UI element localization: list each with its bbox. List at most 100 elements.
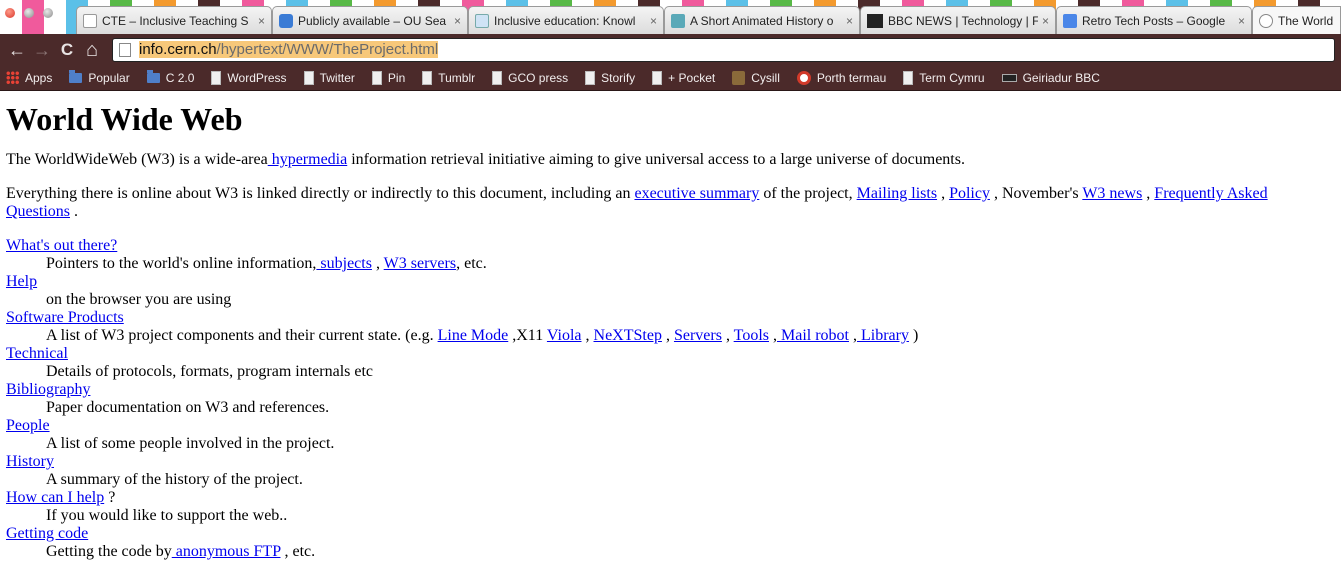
list-item-term: Software Products <box>6 309 1335 327</box>
close-tab-icon[interactable]: × <box>1238 14 1245 28</box>
description-text: , etc. <box>456 255 487 272</box>
link-help[interactable]: Help <box>6 273 37 290</box>
tab-cte-inclusive-teaching[interactable]: CTE – Inclusive Teaching S × <box>76 6 272 34</box>
bookmark-label: + Pocket <box>668 70 716 85</box>
description-text: , <box>371 255 384 272</box>
bookmark-twitter[interactable]: Twitter <box>303 70 355 85</box>
bookmark-cysill[interactable]: Cysill <box>732 70 780 85</box>
link-getting-code[interactable]: Getting code <box>6 525 88 542</box>
close-window-button[interactable] <box>2 5 18 21</box>
bookmark-label: Apps <box>25 70 53 85</box>
folder-icon <box>69 69 83 83</box>
bookmark-porth-termau[interactable]: Porth termau <box>796 70 887 85</box>
bookmark-term-cymru[interactable]: Term Cymru <box>903 70 985 85</box>
page-icon <box>492 70 503 85</box>
link-line-mode[interactable]: Line Mode <box>438 327 509 344</box>
paragraph-text: , <box>937 185 950 202</box>
link-technical[interactable]: Technical <box>6 345 68 362</box>
link-mail-robot[interactable]: Mail robot <box>777 327 849 344</box>
list-item-term: Technical <box>6 345 1335 363</box>
bookmark-popular[interactable]: Popular <box>69 69 130 85</box>
link-anonymous-ftp[interactable]: anonymous FTP <box>172 543 281 560</box>
close-tab-icon[interactable]: × <box>1042 14 1049 28</box>
close-tab-icon[interactable]: × <box>258 14 265 28</box>
docs-icon <box>1063 13 1077 28</box>
link-subjects[interactable]: subjects <box>316 255 372 272</box>
paragraph-text: of the project, <box>759 185 857 202</box>
bookmark-pocket[interactable]: + Pocket <box>652 70 716 85</box>
zoom-window-button[interactable] <box>40 5 56 21</box>
bookmark-storify[interactable]: Storify <box>585 70 635 85</box>
link-nextstep[interactable]: NeXTStep <box>594 327 662 344</box>
forward-arrow-icon[interactable]: → <box>31 41 53 59</box>
link-executive-summary[interactable]: executive summary <box>634 185 759 202</box>
list-item-description: Getting the code by anonymous FTP , etc. <box>46 543 1335 561</box>
everything-paragraph: Everything there is online about W3 is l… <box>6 185 1335 221</box>
list-item-description: Details of protocols, formats, program i… <box>46 363 374 380</box>
link-viola[interactable]: Viola <box>547 327 582 344</box>
minimize-window-button[interactable] <box>21 5 37 21</box>
intro-text: information retrieval initiative aiming … <box>347 151 965 168</box>
list-item-description: Paper documentation on W3 and references… <box>46 399 330 416</box>
tab-title: Retro Tech Posts – Google <box>1082 13 1226 28</box>
url-text[interactable]: info.cern.ch/hypertext/WWW/TheProject.ht… <box>139 41 439 58</box>
link-bibliography[interactable]: Bibliography <box>6 381 90 398</box>
page-content: World Wide Web The WorldWideWeb (W3) is … <box>0 101 1341 561</box>
intro-text: The WorldWideWeb (W3) is a wide-area <box>6 151 268 168</box>
address-bar[interactable]: info.cern.ch/hypertext/WWW/TheProject.ht… <box>112 37 1335 62</box>
link-servers[interactable]: Servers <box>674 327 722 344</box>
page-icon <box>371 70 382 85</box>
close-tab-icon[interactable]: × <box>454 14 461 28</box>
bookmark-c20[interactable]: C 2.0 <box>146 69 195 85</box>
cysill-icon <box>732 70 746 85</box>
list-item-description: A list of some people involved in the pr… <box>46 435 335 452</box>
bookmark-wordpress[interactable]: WordPress <box>211 70 287 85</box>
description-text: ) <box>908 327 919 344</box>
page-icon <box>585 70 596 85</box>
link-library[interactable]: Library <box>857 327 909 344</box>
bookmark-label: Cysill <box>751 70 780 85</box>
bookmark-tumblr[interactable]: Tumblr <box>422 70 475 85</box>
description-text: , <box>721 327 734 344</box>
reload-icon[interactable]: C <box>56 41 78 58</box>
tab-retro-tech-posts[interactable]: Retro Tech Posts – Google × <box>1056 6 1252 34</box>
link-policy[interactable]: Policy <box>949 185 990 202</box>
tab-inclusive-education[interactable]: Inclusive education: Knowl × <box>468 6 664 34</box>
tab-title: CTE – Inclusive Teaching S <box>102 13 249 28</box>
page-icon <box>422 70 433 85</box>
link-history[interactable]: History <box>6 453 54 470</box>
page-icon <box>652 70 663 85</box>
link-how-can-i-help[interactable]: How can I help <box>6 489 104 506</box>
link-mailing-lists[interactable]: Mailing lists <box>857 185 937 202</box>
close-tab-icon[interactable]: × <box>846 14 853 28</box>
link-tools[interactable]: Tools <box>734 327 769 344</box>
link-whats-out-there[interactable]: What's out there? <box>6 237 117 254</box>
back-arrow-icon[interactable]: ← <box>6 41 28 59</box>
tab-bbc-news[interactable]: BBC NEWS | Technology | F × <box>860 6 1056 34</box>
bookmark-label: Twitter <box>319 70 355 85</box>
close-tab-icon[interactable]: × <box>650 14 657 28</box>
link-people[interactable]: People <box>6 417 50 434</box>
description-text: A list of W3 project components and thei… <box>46 327 438 344</box>
tab-world-wide-web[interactable]: The World W <box>1252 6 1341 34</box>
tab-animated-history[interactable]: A Short Animated History o × <box>664 6 860 34</box>
home-icon[interactable]: ⌂ <box>81 40 103 60</box>
bookmark-apps[interactable]: Apps <box>6 70 53 85</box>
link-w3-servers[interactable]: W3 servers <box>384 255 456 272</box>
bookmark-gco-press[interactable]: GCO press <box>492 70 568 85</box>
link-software-products[interactable]: Software Products <box>6 309 124 326</box>
tab-ou-search[interactable]: Publicly available – OU Sea × <box>272 6 468 34</box>
bookmark-label: Popular <box>88 70 130 85</box>
bookmark-label: C 2.0 <box>165 70 195 85</box>
link-hypermedia[interactable]: hypermedia <box>268 151 348 168</box>
list-item-term: History <box>6 453 1335 471</box>
shield-icon <box>279 13 293 28</box>
bookmark-label: Porth termau <box>816 70 887 85</box>
apps-icon <box>6 70 19 85</box>
bbc-icon <box>1001 73 1017 82</box>
bookmark-geiriadur-bbc[interactable]: Geiriadur BBC <box>1001 71 1100 85</box>
link-w3-news[interactable]: W3 news <box>1082 185 1142 202</box>
list-item-description: A summary of the history of the project. <box>46 471 303 488</box>
bookmark-pin[interactable]: Pin <box>371 70 405 85</box>
description-text: , <box>661 327 674 344</box>
